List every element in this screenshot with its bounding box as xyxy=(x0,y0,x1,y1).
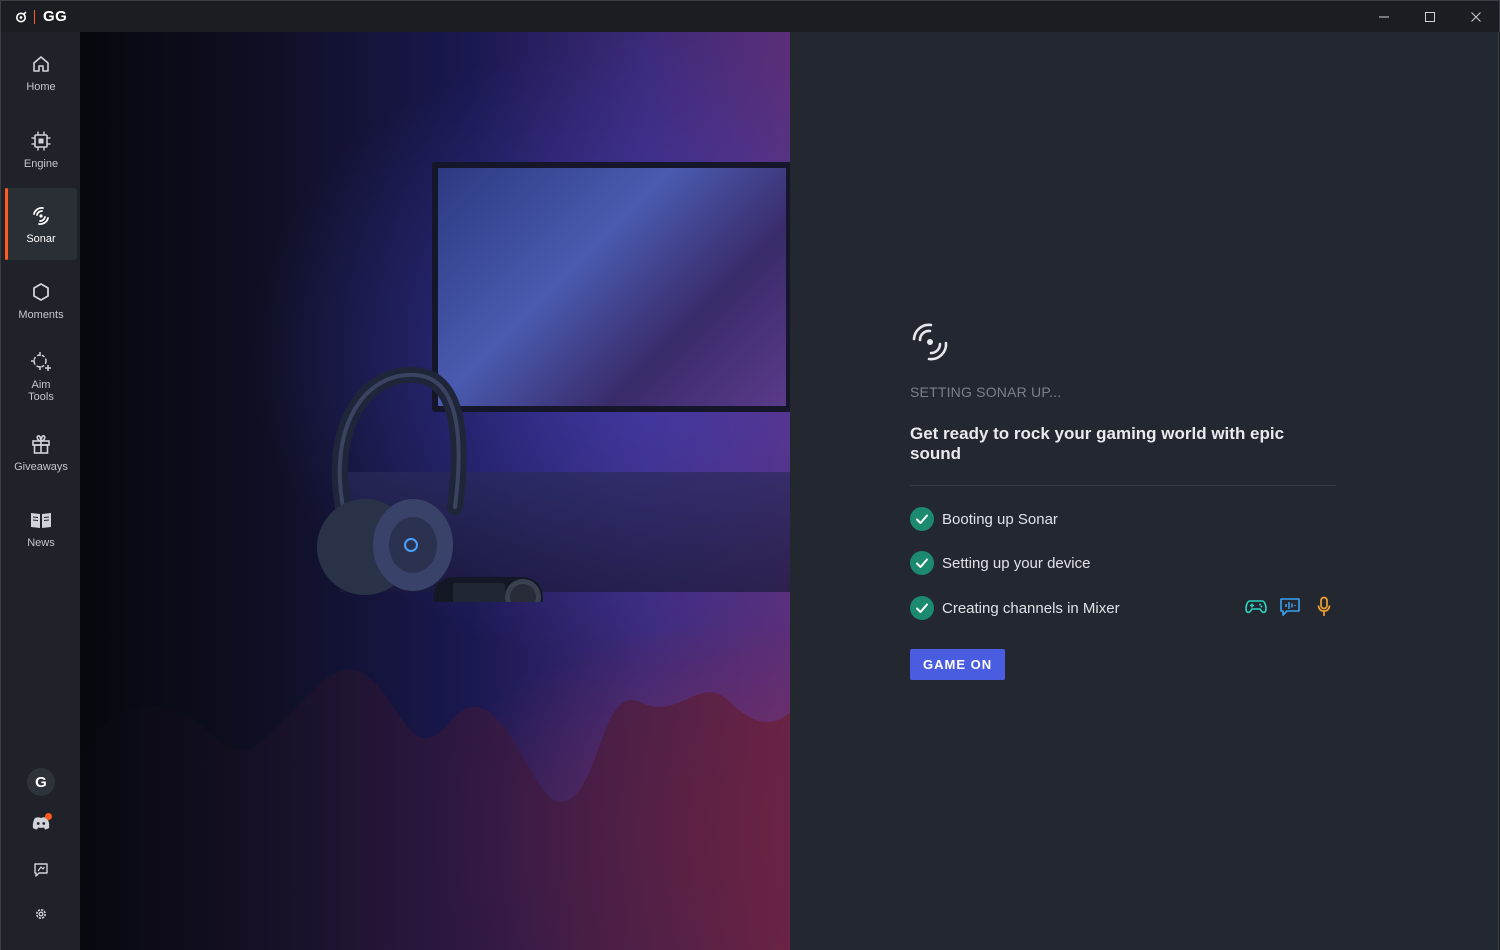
gift-icon xyxy=(29,432,53,456)
app-title: GG xyxy=(43,8,68,25)
feedback-icon xyxy=(34,863,48,877)
setup-status-label: SETTING SONAR UP... xyxy=(910,384,1062,400)
sidebar-item-label: Engine xyxy=(23,157,59,170)
sidebar-item-label: News xyxy=(27,536,55,549)
gamepad-icon xyxy=(1244,595,1268,619)
maximize-button[interactable] xyxy=(1407,1,1453,33)
step-channels: Creating channels in Mixer xyxy=(910,595,1336,621)
mixer-channel-icons xyxy=(1244,595,1336,619)
step-device: Setting up your device xyxy=(910,550,1336,576)
headset-product-image xyxy=(317,367,543,602)
discord-button[interactable] xyxy=(1,813,81,830)
game-on-button[interactable]: GAME ON xyxy=(910,649,1006,680)
step-label: Creating channels in Mixer xyxy=(942,599,1120,617)
hero-image xyxy=(80,32,790,950)
setup-headline: Get ready to rock your gaming world with… xyxy=(910,424,1285,463)
sonar-icon xyxy=(29,204,53,228)
sidebar-item-giveaways[interactable]: Giveaways xyxy=(5,416,77,488)
minimize-button[interactable] xyxy=(1361,1,1407,33)
window-controls xyxy=(1361,1,1499,33)
sidebar-item-moments[interactable]: Moments xyxy=(5,264,77,336)
feedback-button[interactable] xyxy=(1,862,81,878)
steelseries-logo-icon xyxy=(1,1,41,33)
sidebar-item-sonar[interactable]: Sonar xyxy=(5,188,77,260)
sidebar-item-aim-tools[interactable]: Aim Tools xyxy=(5,340,77,412)
sidebar-item-label: Home xyxy=(26,80,56,93)
minimize-icon xyxy=(1379,16,1389,18)
crosshair-icon xyxy=(29,350,53,374)
sound-wave-graphic xyxy=(80,669,790,950)
sidebar-item-label-line2: Tools xyxy=(28,390,54,403)
sidebar-item-label: Sonar xyxy=(26,232,56,245)
title-bar: GG xyxy=(0,0,1500,32)
divider xyxy=(910,485,1336,486)
sidebar-item-label: Giveaways xyxy=(14,460,68,473)
notification-dot xyxy=(45,813,52,820)
hexagon-icon xyxy=(29,280,53,304)
sidebar: Home Engine Sonar Moments Aim Tools Give… xyxy=(0,32,80,950)
check-circle-icon xyxy=(910,596,934,620)
close-icon xyxy=(1471,12,1481,22)
settings-button[interactable] xyxy=(1,906,81,922)
step-label: Setting up your device xyxy=(942,554,1091,572)
sonar-setup-panel: SETTING SONAR UP... Get ready to rock yo… xyxy=(790,32,1499,950)
home-icon xyxy=(29,52,53,76)
chip-icon xyxy=(29,129,53,153)
sidebar-item-engine[interactable]: Engine xyxy=(5,113,77,185)
sidebar-item-label-line1: Aim xyxy=(31,378,51,391)
sidebar-item-news[interactable]: News xyxy=(5,492,77,564)
sidebar-item-home[interactable]: Home xyxy=(5,36,77,108)
step-booting: Booting up Sonar xyxy=(910,506,1336,532)
maximize-icon xyxy=(1425,12,1435,22)
check-circle-icon xyxy=(910,507,934,531)
avatar[interactable]: G xyxy=(27,768,55,796)
user-avatar-wrap: G xyxy=(1,768,81,796)
microphone-icon xyxy=(1312,595,1336,619)
chat-icon xyxy=(1278,595,1302,619)
gear-icon xyxy=(36,909,46,919)
sidebar-item-label: Aim Tools xyxy=(28,379,54,403)
sidebar-item-label: Moments xyxy=(18,308,64,321)
sonar-icon xyxy=(910,322,950,362)
book-icon xyxy=(29,508,53,532)
title-separator xyxy=(34,9,35,24)
check-circle-icon xyxy=(910,551,934,575)
step-label: Booting up Sonar xyxy=(942,510,1058,528)
close-button[interactable] xyxy=(1453,1,1499,33)
setup-content: SETTING SONAR UP... Get ready to rock yo… xyxy=(910,322,1336,680)
